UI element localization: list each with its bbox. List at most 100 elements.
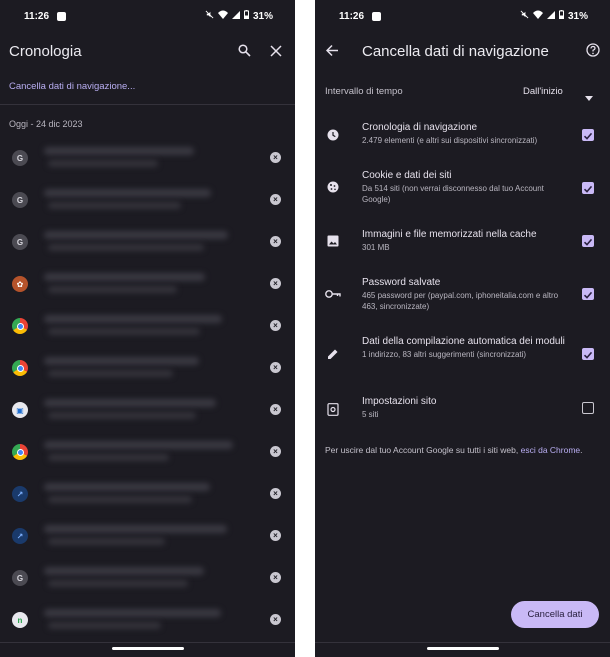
history-app-bar: Cronologia: [0, 32, 295, 70]
option-cookies[interactable]: Cookie e dati dei siti Da 514 siti (non …: [315, 170, 610, 210]
remove-entry-icon[interactable]: ×: [270, 404, 281, 415]
history-list-item[interactable]: ↗ ×: [0, 473, 295, 515]
option-subtitle: 301 MB: [362, 243, 390, 252]
google-favicon-icon: G: [12, 192, 28, 208]
hippo-favicon-icon: ✿: [12, 276, 28, 292]
notification-icon: [57, 11, 67, 21]
clear-browsing-data-link[interactable]: Cancella dati di navigazione...: [9, 81, 135, 92]
remove-entry-icon[interactable]: ×: [270, 194, 281, 205]
remove-entry-icon[interactable]: ×: [270, 320, 281, 331]
remove-entry-icon[interactable]: ×: [270, 236, 281, 247]
mute-icon: [520, 10, 529, 22]
blurred-entry-text: [44, 437, 234, 467]
blurred-entry-text: [44, 521, 234, 551]
check-icon: [583, 132, 593, 140]
wifi-icon: [532, 10, 543, 22]
site-settings-icon: [325, 401, 341, 417]
history-list-item[interactable]: ×: [0, 431, 295, 473]
wifi-icon: [217, 10, 228, 22]
remove-entry-icon[interactable]: ×: [270, 446, 281, 457]
option-autofill[interactable]: Dati della compilazione automatica dei m…: [315, 336, 610, 376]
option-checkbox[interactable]: [582, 348, 594, 360]
check-icon: [583, 291, 593, 299]
check-icon: [583, 351, 593, 359]
pencil-icon: [325, 346, 341, 362]
option-checkbox[interactable]: [582, 288, 594, 300]
remove-entry-icon[interactable]: ×: [270, 152, 281, 163]
dropdown-arrow-icon[interactable]: [585, 88, 593, 106]
history-list-item[interactable]: n ×: [0, 599, 295, 641]
remove-entry-icon[interactable]: ×: [270, 614, 281, 625]
blurred-entry-text: [44, 479, 234, 509]
option-saved-passwords[interactable]: Password salvate 465 password per (paypa…: [315, 277, 610, 317]
history-list-item[interactable]: ×: [0, 347, 295, 389]
clear-data-button[interactable]: Cancella dati: [511, 601, 599, 628]
clear-data-app-bar: Cancella dati di navigazione: [315, 32, 610, 70]
option-site-settings[interactable]: Impostazioni sito 5 siti: [315, 396, 610, 424]
page-title: Cronologia: [9, 42, 82, 60]
divider: [315, 642, 610, 643]
blurred-entry-text: [44, 563, 234, 593]
option-subtitle: 2.479 elementi (e altri sui dispositivi …: [362, 136, 538, 145]
time-range-value[interactable]: Dall'inizio: [523, 86, 563, 97]
history-list-item[interactable]: ▣ ×: [0, 389, 295, 431]
cookie-icon: [325, 179, 341, 195]
option-title: Dati della compilazione automatica dei m…: [362, 336, 565, 347]
time-range-label: Intervallo di tempo: [325, 86, 403, 97]
blurred-entry-text: [44, 227, 234, 257]
history-list-item[interactable]: G ×: [0, 137, 295, 179]
option-title: Cookie e dati dei siti: [362, 170, 452, 181]
battery-level: 31%: [252, 10, 273, 22]
divider: [0, 642, 295, 643]
signal-icon: [231, 10, 240, 22]
option-title: Cronologia di navigazione: [362, 122, 478, 133]
chart-favicon-icon: ↗: [12, 528, 28, 544]
battery-icon: [558, 10, 564, 22]
date-header: Oggi - 24 dic 2023: [9, 119, 83, 129]
option-subtitle: Da 514 siti (non verrai disconnesso dal …: [362, 184, 544, 204]
status-time: 11:26: [339, 10, 365, 22]
help-icon[interactable]: [586, 43, 600, 62]
search-icon[interactable]: [238, 44, 251, 62]
blurred-entry-text: [44, 143, 234, 173]
key-icon: [325, 286, 341, 302]
sign-out-link[interactable]: esci da Chrome: [521, 445, 581, 455]
chrome-favicon-icon: [12, 360, 28, 376]
history-list-item[interactable]: G ×: [0, 179, 295, 221]
option-browsing-history[interactable]: Cronologia di navigazione 2.479 elementi…: [315, 122, 610, 154]
option-subtitle: 465 password per (paypal.com, iphoneital…: [362, 291, 559, 311]
close-icon[interactable]: [270, 44, 282, 62]
remove-entry-icon[interactable]: ×: [270, 488, 281, 499]
remove-entry-icon[interactable]: ×: [270, 278, 281, 289]
home-indicator[interactable]: [426, 647, 499, 650]
time-range-row[interactable]: Intervallo di tempo Dall'inizio: [315, 80, 610, 104]
history-list-item[interactable]: G ×: [0, 557, 295, 599]
chrome-favicon-icon: [12, 318, 28, 334]
remove-entry-icon[interactable]: ×: [270, 362, 281, 373]
back-arrow-icon[interactable]: [325, 44, 339, 62]
battery-icon: [243, 10, 249, 22]
history-list-item[interactable]: ✿ ×: [0, 263, 295, 305]
history-list-item[interactable]: G ×: [0, 221, 295, 263]
google-favicon-icon: G: [12, 234, 28, 250]
page-title: Cancella dati di navigazione: [362, 42, 549, 60]
chart-favicon-icon: ↗: [12, 486, 28, 502]
remove-entry-icon[interactable]: ×: [270, 572, 281, 583]
option-checkbox[interactable]: [582, 235, 594, 247]
history-list-item[interactable]: ×: [0, 305, 295, 347]
n-favicon-icon: n: [12, 612, 28, 628]
remove-entry-icon[interactable]: ×: [270, 530, 281, 541]
blurred-entry-text: [44, 605, 234, 635]
option-cached-images[interactable]: Immagini e file memorizzati nella cache …: [315, 229, 610, 257]
blurred-entry-text: [44, 395, 234, 425]
history-list-item[interactable]: ↗ ×: [0, 515, 295, 557]
chrome-favicon-icon: [12, 444, 28, 460]
home-indicator[interactable]: [111, 647, 184, 650]
blurred-entry-text: [44, 185, 234, 215]
option-title: Impostazioni sito: [362, 396, 437, 407]
option-checkbox[interactable]: [582, 182, 594, 194]
option-checkbox[interactable]: [582, 129, 594, 141]
option-checkbox[interactable]: [582, 402, 594, 414]
check-icon: [583, 238, 593, 246]
status-bar: 11:26 31%: [315, 0, 610, 32]
